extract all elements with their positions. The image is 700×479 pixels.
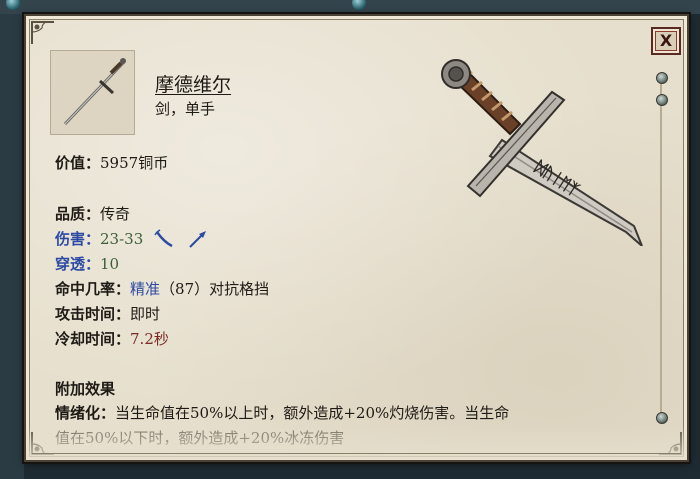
- value-amount: 5957铜币: [100, 154, 169, 172]
- quality-value: 传奇: [100, 205, 131, 223]
- accuracy-suffix: 对抗格挡: [209, 280, 270, 298]
- attack-time-label: 攻击时间：: [55, 305, 131, 323]
- damage-row: 伤害：23-33: [55, 228, 209, 250]
- penetration-value: 10: [100, 255, 120, 273]
- item-thumbnail: [50, 50, 135, 135]
- effect-text-1: 当生命值在50%以上时，额外造成+20%灼烧伤害。当生命: [115, 404, 510, 422]
- effect-name: 情绪化：: [55, 404, 116, 422]
- sword-thumbnail-icon: [63, 58, 126, 126]
- accuracy-number: （87）: [160, 280, 210, 298]
- cooldown-row: 冷却时间：7.2秒: [55, 328, 169, 349]
- penetration-label[interactable]: 穿透：: [55, 255, 100, 273]
- effects-heading: 附加效果: [55, 380, 116, 398]
- close-button[interactable]: X: [651, 27, 681, 55]
- item-name: 摩德维尔: [155, 74, 232, 96]
- damage-value: 23-33: [100, 230, 144, 248]
- scrollbar-bottom-knob[interactable]: [656, 412, 668, 424]
- item-type: 剑，单手: [155, 100, 216, 118]
- background-panel-top: [0, 0, 700, 14]
- accuracy-row: 命中几率：精准（87）对抗格挡: [55, 278, 269, 299]
- attack-time-value: 即时: [130, 305, 161, 323]
- background-panel-left: [0, 0, 24, 479]
- corner-ornament-icon: [30, 20, 56, 46]
- scrollbar-thumb[interactable]: [656, 94, 668, 106]
- attack-time-row: 攻击时间：即时: [55, 303, 160, 324]
- pierce-icon[interactable]: [187, 228, 209, 250]
- damage-label[interactable]: 伤害：: [55, 230, 100, 248]
- quality-row: 品质：传奇: [55, 203, 130, 224]
- effect-line-2: 值在50%以下时，额外造成+20%冰冻伤害: [55, 429, 345, 447]
- cooldown-label: 冷却时间：: [55, 330, 131, 348]
- divider: [32, 453, 681, 454]
- scrollbar-top-knob[interactable]: [656, 72, 668, 84]
- sword-illustration-icon: ᛞᚢᛁᛖᛉ: [441, 59, 643, 246]
- effect-line-1: 情绪化：当生命值在50%以上时，额外造成+20%灼烧伤害。当生命: [55, 402, 509, 423]
- cooldown-value: 7.2秒: [130, 330, 169, 348]
- accuracy-value[interactable]: 精准: [130, 280, 160, 298]
- value-row: 价值：5957铜币: [55, 152, 168, 173]
- accuracy-label: 命中几率：: [55, 280, 131, 298]
- value-label: 价值：: [55, 154, 101, 172]
- quality-label: 品质：: [55, 205, 101, 223]
- item-tooltip: 摩德维尔 剑，单手 ᛞᚢᛁᛖᛉ X 价值：5957铜币 品质：传奇 伤害：23-…: [24, 14, 689, 462]
- scrollbar-track[interactable]: [660, 76, 662, 416]
- penetration-row: 穿透：10: [55, 253, 119, 274]
- slash-icon[interactable]: [154, 228, 176, 250]
